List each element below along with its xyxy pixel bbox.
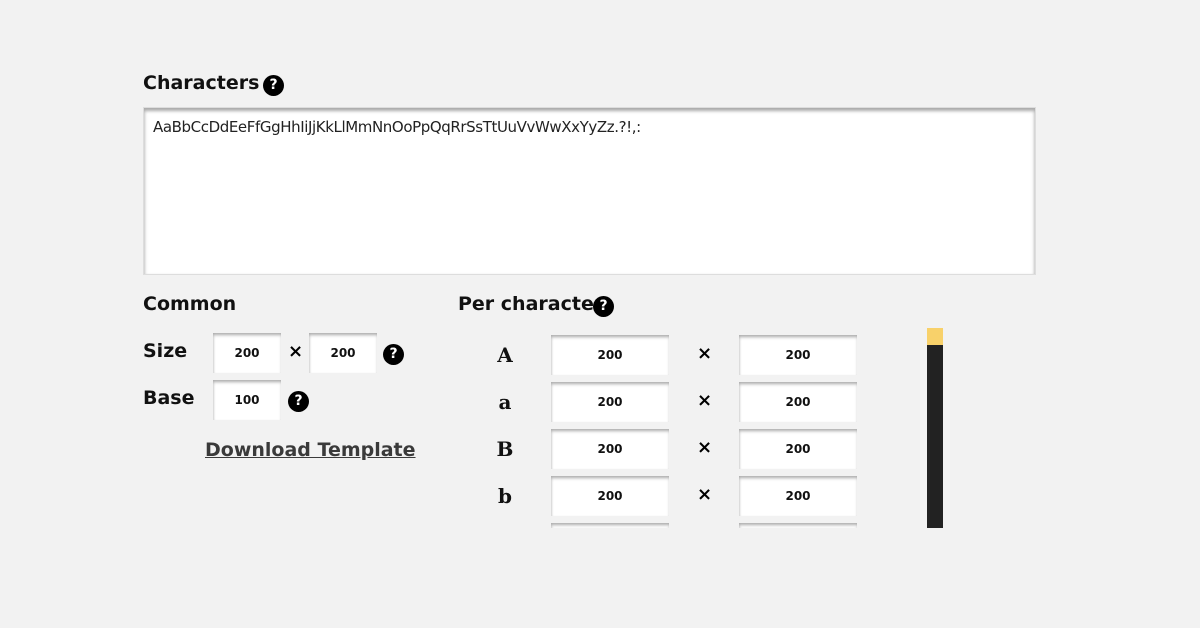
per-character-scrollbar[interactable] (927, 328, 943, 528)
char-height-input[interactable]: 200 (739, 476, 857, 516)
char-width-input-clipped[interactable] (551, 523, 669, 528)
char-glyph-label: a (498, 390, 512, 414)
download-template-link[interactable]: Download Template (205, 439, 416, 461)
common-heading: Common (143, 293, 237, 315)
char-height-input-clipped[interactable] (739, 523, 857, 528)
size-height-input[interactable]: 200 (309, 333, 377, 373)
per-character-heading: Per character (458, 293, 604, 315)
char-width-input[interactable]: 200 (551, 429, 669, 469)
base-label: Base (143, 387, 195, 409)
char-times-icon: × (697, 343, 713, 364)
char-height-input[interactable]: 200 (739, 429, 857, 469)
base-help-icon[interactable]: ? (288, 391, 309, 412)
characters-textarea[interactable]: AaBbCcDdEeFfGgHhIiJjKkLlMmNnOoPpQqRrSsTt… (143, 107, 1036, 275)
char-width-input[interactable]: 200 (551, 335, 669, 375)
char-width-input[interactable]: 200 (551, 382, 669, 422)
characters-heading: Characters (143, 72, 260, 94)
base-input[interactable]: 100 (213, 380, 281, 420)
char-glyph-label: A (497, 343, 513, 367)
size-width-input[interactable]: 200 (213, 333, 281, 373)
char-times-icon: × (697, 390, 713, 411)
char-height-input[interactable]: 200 (739, 382, 857, 422)
char-times-icon: × (697, 437, 713, 458)
size-label: Size (143, 340, 188, 362)
per-character-help-icon[interactable]: ? (593, 296, 614, 317)
char-glyph-label: B (496, 437, 514, 461)
scrollbar-thumb[interactable] (927, 328, 943, 345)
char-height-input[interactable]: 200 (739, 335, 857, 375)
char-glyph-label: b (498, 484, 512, 508)
characters-help-icon[interactable]: ? (263, 75, 284, 96)
char-times-icon: × (697, 484, 713, 505)
char-width-input[interactable]: 200 (551, 476, 669, 516)
size-times-icon: × (288, 341, 304, 362)
size-help-icon[interactable]: ? (383, 344, 404, 365)
